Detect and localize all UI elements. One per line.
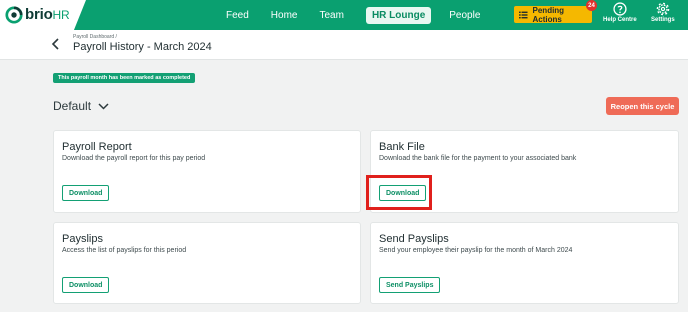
download-payroll-report-button[interactable]: Download [62, 185, 110, 201]
settings-button[interactable]: Settings [651, 2, 675, 23]
pending-count-badge: 24 [586, 0, 597, 11]
card-title: Payroll Report [62, 141, 132, 153]
back-arrow-icon[interactable] [51, 37, 61, 51]
payroll-report-card: Payroll Report Download the payroll repo… [53, 130, 361, 213]
card-description: Access the list of payslips for this per… [62, 247, 187, 254]
payslips-card: Payslips Access the list of payslips for… [53, 222, 361, 304]
main-nav: Feed Home Team HR Lounge People [226, 0, 502, 30]
card-description: Download the bank file for the payment t… [379, 155, 577, 162]
help-centre-label: Help Centre [603, 17, 637, 23]
gear-icon [656, 2, 670, 16]
brand-name: brio [25, 6, 53, 23]
send-payslips-card: Send Payslips Send your employee their p… [370, 222, 679, 304]
card-title: Send Payslips [379, 233, 449, 245]
download-payslips-button[interactable]: Download [62, 277, 110, 293]
nav-item-team[interactable]: Team [319, 10, 343, 21]
help-centre-button[interactable]: Help Centre [603, 2, 637, 23]
card-title: Bank File [379, 141, 425, 153]
page-header: Payroll Dashboard / Payroll History - Ma… [0, 30, 688, 60]
help-icon [613, 2, 627, 16]
logo[interactable]: brioHR [0, 0, 86, 30]
highlight-box [366, 175, 432, 210]
brand-suffix: HR [52, 8, 70, 22]
nav-item-home[interactable]: Home [271, 10, 298, 21]
breadcrumb[interactable]: Payroll Dashboard / [73, 34, 117, 40]
card-description: Send your employee their payslip for the… [379, 247, 573, 254]
nav-item-people[interactable]: People [449, 10, 480, 21]
card-description: Download the payroll report for this pay… [62, 155, 206, 162]
page-title: Payroll History - March 2024 [73, 41, 212, 53]
cycle-dropdown-label: Default [53, 99, 92, 113]
card-title: Payslips [62, 233, 103, 245]
reopen-cycle-button[interactable]: Reopen this cycle [606, 97, 679, 115]
logo-text: brioHR [25, 6, 70, 23]
pending-actions-button[interactable]: Pending Actions 24 [514, 0, 597, 24]
send-payslips-button[interactable]: Send Payslips [379, 277, 441, 293]
top-navigation-bar: brioHR Feed Home Team HR Lounge People P… [0, 0, 688, 30]
brio-logo-icon [5, 6, 23, 24]
status-badge: This payroll month has been marked as co… [53, 73, 196, 83]
settings-label: Settings [651, 17, 675, 23]
nav-item-hr-lounge[interactable]: HR Lounge [365, 6, 432, 24]
chevron-down-icon [98, 102, 109, 110]
list-icon [519, 11, 528, 18]
pending-actions-label: Pending Actions [532, 5, 565, 24]
nav-item-feed[interactable]: Feed [226, 10, 249, 21]
cycle-dropdown[interactable]: Default [53, 99, 109, 113]
